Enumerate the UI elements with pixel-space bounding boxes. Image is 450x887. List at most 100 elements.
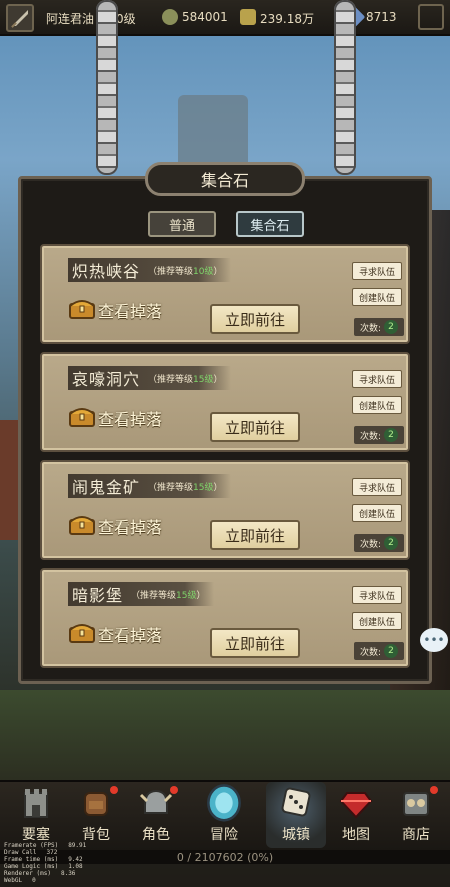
currency-3-value: 8713: [366, 10, 397, 24]
nav-label: 地图: [342, 827, 370, 843]
go-now-button[interactable]: 立即前往: [210, 628, 300, 658]
chat-icon[interactable]: •••: [420, 628, 448, 652]
player-level: 0级: [116, 12, 136, 26]
attempts-counter: 次数: 2: [354, 318, 404, 336]
top-bar: 阿连君油 0级 584001 239.18万 8713: [0, 0, 450, 36]
currency-1-value: 584001: [182, 10, 228, 24]
seek-team-button[interactable]: 寻求队伍: [352, 370, 402, 388]
player-name: 阿连君油: [46, 12, 95, 26]
attempts-counter: 次数: 2: [354, 642, 404, 660]
perf-value: 89.91: [68, 842, 87, 849]
gold-icon: [240, 9, 256, 25]
attempts-value: 2: [384, 644, 399, 658]
attempts-label: 次数:: [359, 539, 382, 550]
attempts-label: 次数:: [359, 647, 382, 658]
dungeon-recommended-level: （推荐等级15级）: [148, 482, 223, 493]
view-drops-link[interactable]: 查看掉落: [98, 298, 162, 322]
dungeon-card: 暗影堡 （推荐等级15级） 查看掉落 立即前往 寻求队伍 创建队伍 次数: 2: [40, 568, 410, 668]
seek-team-button[interactable]: 寻求队伍: [352, 586, 402, 604]
create-team-button[interactable]: 创建队伍: [352, 612, 402, 630]
perf-row: Draw Call 372: [4, 849, 86, 856]
perf-value: 1.08: [68, 863, 83, 870]
view-drops-link[interactable]: 查看掉落: [98, 622, 162, 646]
attempts-value: 2: [384, 320, 399, 334]
create-team-button[interactable]: 创建队伍: [352, 288, 402, 306]
attempts-counter: 次数: 2: [354, 426, 404, 444]
create-team-button[interactable]: 创建队伍: [352, 396, 402, 414]
dungeon-name-plate: 暗影堡 （推荐等级15级）: [68, 582, 214, 606]
tab-gathering-stone[interactable]: 集合石: [236, 211, 304, 237]
dungeon-card: 炽热峡谷 （推荐等级10级） 查看掉落 立即前往 寻求队伍 创建队伍 次数: 2: [40, 244, 410, 344]
chain-right: [334, 0, 356, 175]
perf-label: Renderer (ms): [4, 870, 51, 877]
tab-normal[interactable]: 普通: [148, 211, 216, 237]
perf-label: Framerate (FPS): [4, 842, 59, 849]
perf-value: 372: [46, 849, 58, 856]
dungeon-recommended-level: （推荐等级15级）: [131, 590, 206, 601]
nav-label: 冒险: [210, 827, 238, 843]
go-now-button[interactable]: 立即前往: [210, 520, 300, 550]
sword-icon: [11, 10, 28, 28]
currency-2-value: 239.18万: [260, 12, 314, 26]
perf-row: Renderer (ms) 8.36: [4, 870, 86, 877]
avatar[interactable]: [6, 4, 34, 32]
dungeon-recommended-level: （推荐等级10级）: [148, 266, 223, 277]
nav-shop[interactable]: 商店: [386, 782, 446, 848]
treasure-chest-icon[interactable]: [68, 296, 96, 320]
treasure-chest-icon[interactable]: [68, 404, 96, 428]
go-now-button[interactable]: 立即前往: [210, 412, 300, 442]
nav-label: 商店: [402, 827, 430, 843]
attempts-value: 2: [384, 536, 399, 550]
perf-row: WebGL 0: [4, 877, 86, 884]
go-now-button[interactable]: 立即前往: [210, 304, 300, 334]
chain-left: [96, 0, 118, 175]
trophy-icon: [162, 9, 178, 25]
background-house: [0, 420, 20, 540]
perf-value: 0: [32, 877, 36, 884]
perf-value: 9.42: [68, 856, 83, 863]
topbar-slot[interactable]: [418, 4, 444, 30]
panel-title: 集合石: [145, 162, 305, 196]
gem-icon: [336, 782, 376, 822]
dungeon-name: 暗影堡: [72, 586, 124, 605]
performance-stats: Framerate (FPS) 89.91 Draw Call 372 Frame …: [4, 842, 86, 884]
perf-label: Draw Call: [4, 849, 37, 856]
perf-label: WebGL: [4, 877, 23, 884]
notification-dot: [170, 786, 178, 794]
perf-row: Framerate (FPS) 89.91: [4, 842, 86, 849]
dungeon-name-plate: 炽热峡谷 （推荐等级10级）: [68, 258, 231, 282]
perf-value: 8.36: [60, 870, 76, 877]
attempts-label: 次数:: [359, 431, 382, 442]
nav-label: 城镇: [282, 827, 310, 843]
seek-team-button[interactable]: 寻求队伍: [352, 262, 402, 280]
dungeon-name: 哀嚎洞穴: [72, 370, 141, 389]
perf-row: Game Logic (ms) 1.08: [4, 863, 86, 870]
notification-dot: [430, 786, 438, 794]
view-drops-link[interactable]: 查看掉落: [98, 406, 162, 430]
nav-map[interactable]: 地图: [326, 782, 386, 848]
dice-icon: [276, 782, 316, 822]
create-team-button[interactable]: 创建队伍: [352, 504, 402, 522]
view-drops-link[interactable]: 查看掉落: [98, 514, 162, 538]
notification-dot: [110, 786, 118, 794]
nav-character[interactable]: 角色: [126, 782, 186, 848]
nav-adventure[interactable]: 冒险: [194, 782, 254, 848]
dungeon-name: 炽热峡谷: [72, 262, 141, 281]
treasure-chest-icon[interactable]: [68, 512, 96, 536]
portal-icon: [204, 782, 244, 822]
background-castle: [178, 95, 248, 165]
treasure-chest-icon[interactable]: [68, 620, 96, 644]
dungeon-card: 闹鬼金矿 （推荐等级15级） 查看掉落 立即前往 寻求队伍 创建队伍 次数: 2: [40, 460, 410, 560]
fortress-icon: [16, 782, 56, 822]
seek-team-button[interactable]: 寻求队伍: [352, 478, 402, 496]
nav-backpack[interactable]: 背包: [66, 782, 126, 848]
attempts-counter: 次数: 2: [354, 534, 404, 552]
dungeon-recommended-level: （推荐等级15级）: [148, 374, 223, 385]
dungeon-card: 哀嚎洞穴 （推荐等级15级） 查看掉落 立即前往 寻求队伍 创建队伍 次数: 2: [40, 352, 410, 452]
nav-town[interactable]: 城镇: [266, 782, 326, 848]
attempts-label: 次数:: [359, 323, 382, 334]
dungeon-name-plate: 闹鬼金矿 （推荐等级15级）: [68, 474, 231, 498]
nav-fortress[interactable]: 要塞: [6, 782, 66, 848]
perf-label: Frame time (ms): [4, 856, 59, 863]
nav-label: 角色: [142, 827, 170, 843]
